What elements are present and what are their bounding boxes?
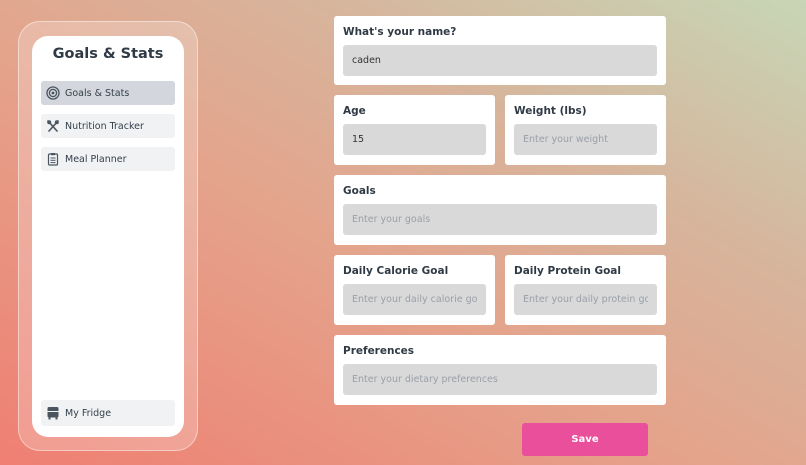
sidebar-item-nutrition-tracker[interactable]: Nutrition Tracker: [41, 114, 175, 138]
save-button[interactable]: Save: [522, 423, 648, 456]
utensils-icon: [46, 119, 60, 133]
age-label: Age: [343, 105, 366, 117]
weight-card: Weight (lbs): [505, 95, 666, 165]
goals-input[interactable]: [343, 204, 657, 235]
sidebar-item-label: My Fridge: [65, 407, 112, 419]
sidebar-item-label: Meal Planner: [65, 153, 127, 165]
target-icon: [46, 86, 60, 100]
name-label: What's your name?: [343, 26, 457, 38]
fridge-icon: [46, 406, 60, 420]
protein-goal-label: Daily Protein Goal: [514, 265, 621, 277]
goals-card: Goals: [334, 175, 666, 245]
sidebar-item-goals-stats[interactable]: Goals & Stats: [41, 81, 175, 105]
clipboard-icon: [46, 152, 60, 166]
preferences-card: Preferences: [334, 335, 666, 405]
name-input[interactable]: [343, 45, 657, 76]
sidebar-title: Goals & Stats: [52, 46, 164, 62]
age-card: Age: [334, 95, 495, 165]
preferences-input[interactable]: [343, 364, 657, 395]
calorie-goal-input[interactable]: [343, 284, 486, 315]
calorie-goal-label: Daily Calorie Goal: [343, 265, 449, 277]
protein-goal-input[interactable]: [514, 284, 657, 315]
sidebar: Goals & Stats Goals & Stats Nutrition Tr…: [32, 36, 184, 437]
goals-label: Goals: [343, 185, 376, 197]
weight-label: Weight (lbs): [514, 105, 587, 117]
weight-input[interactable]: [514, 124, 657, 155]
protein-goal-card: Daily Protein Goal: [505, 255, 666, 325]
sidebar-item-my-fridge[interactable]: My Fridge: [41, 400, 175, 426]
calorie-goal-card: Daily Calorie Goal: [334, 255, 495, 325]
name-card: What's your name?: [334, 16, 666, 85]
sidebar-item-label: Nutrition Tracker: [65, 120, 144, 132]
age-input[interactable]: [343, 124, 486, 155]
sidebar-item-label: Goals & Stats: [65, 87, 130, 99]
sidebar-item-meal-planner[interactable]: Meal Planner: [41, 147, 175, 171]
preferences-label: Preferences: [343, 345, 415, 357]
